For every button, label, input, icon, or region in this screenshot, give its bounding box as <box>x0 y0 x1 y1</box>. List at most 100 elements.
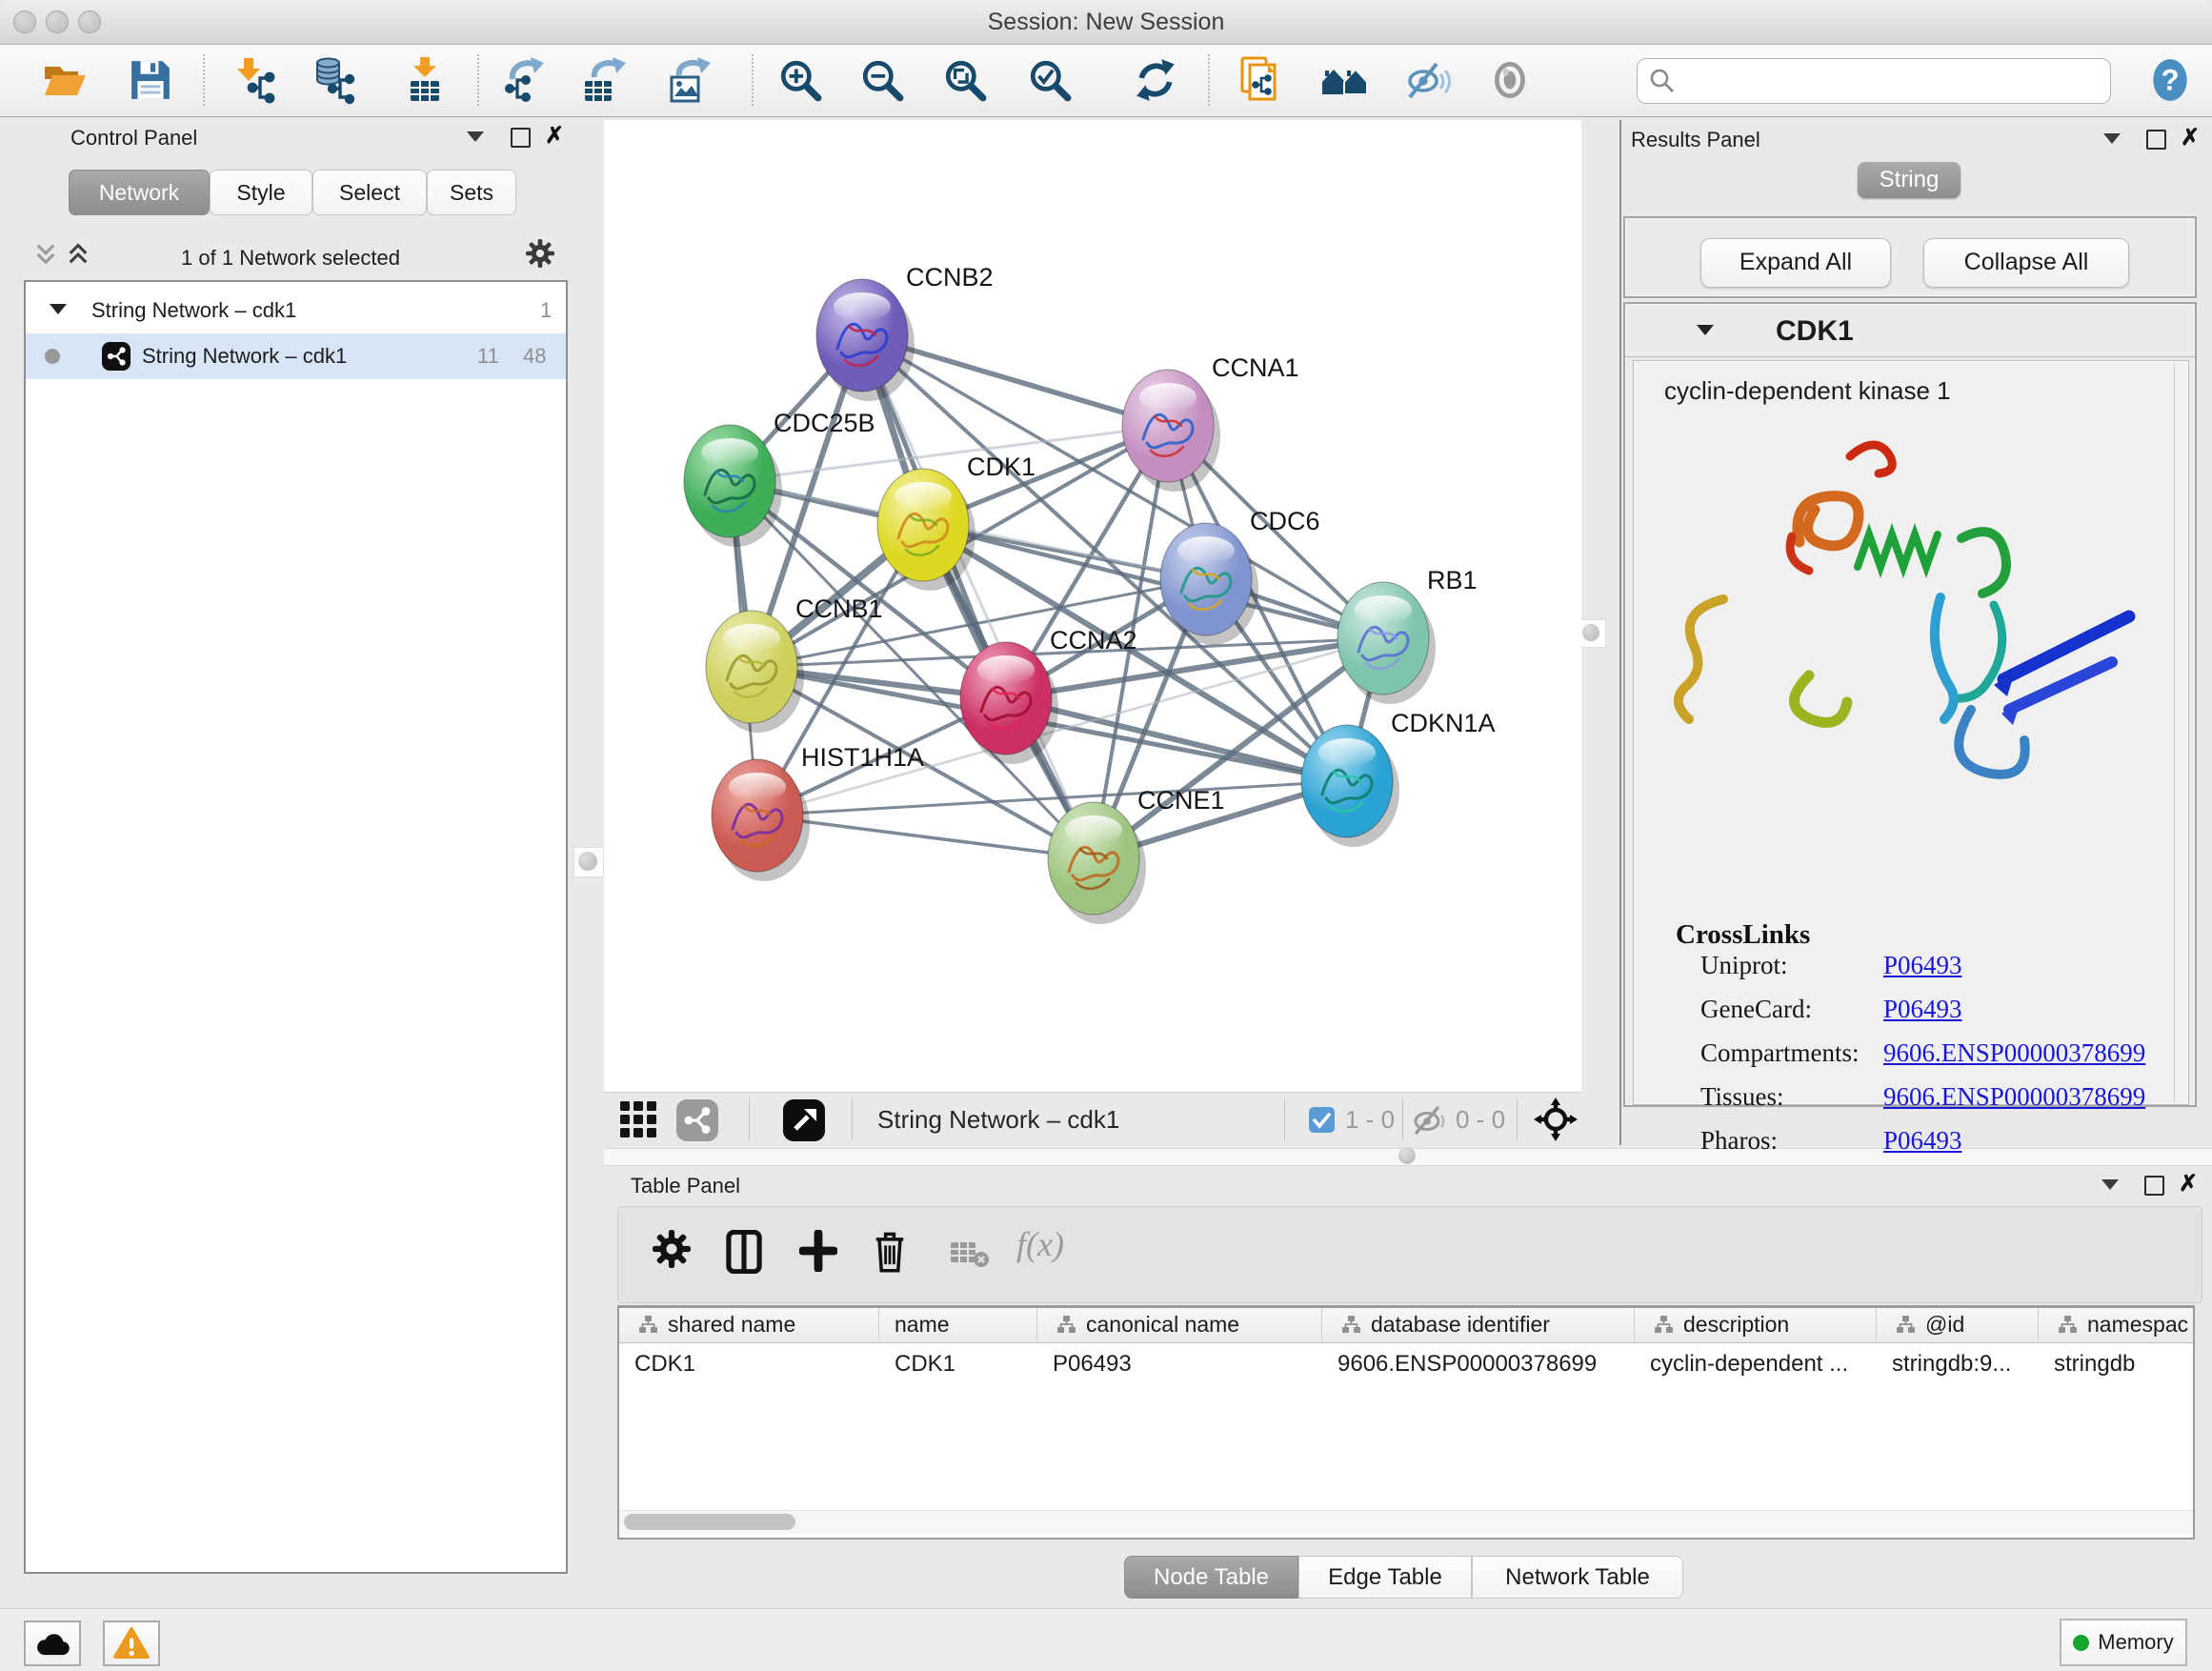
crosslink-link[interactable]: P06493 <box>1883 995 1962 1024</box>
refresh-button[interactable] <box>1129 53 1182 107</box>
network-node-CDC25B[interactable]: CDC25B <box>684 409 875 547</box>
table-cell[interactable]: CDK1 <box>619 1343 879 1387</box>
import-table-button[interactable] <box>398 53 452 107</box>
table-row[interactable]: CDK1CDK1P064939606.ENSP00000378699cyclin… <box>619 1343 2193 1387</box>
column-header-shared-name[interactable]: shared name <box>619 1308 879 1342</box>
zoom-out-icon <box>859 57 905 103</box>
show-all-button[interactable] <box>1484 53 1538 107</box>
zoom-fit-button[interactable] <box>938 53 992 107</box>
save-session-button[interactable] <box>124 53 177 107</box>
panel-float-icon[interactable] <box>2144 1176 2164 1196</box>
table-cell[interactable]: stringdb:9... <box>1877 1343 2039 1387</box>
panel-menu-icon[interactable] <box>2101 1179 2119 1190</box>
network-node-CDK1[interactable]: CDK1 <box>877 453 1036 591</box>
tab-network-table[interactable]: Network Table <box>1472 1556 1683 1599</box>
import-network-button[interactable] <box>231 53 285 107</box>
splitter-left[interactable] <box>573 847 604 877</box>
panel-float-icon[interactable] <box>2146 130 2166 150</box>
splitter-right[interactable] <box>1578 619 1606 648</box>
home-layout-button[interactable] <box>1318 53 1372 107</box>
network-edge-count: 48 <box>523 344 546 369</box>
panel-menu-icon[interactable] <box>467 131 484 142</box>
table-horizontal-scrollbar[interactable] <box>619 1510 2193 1534</box>
network-row[interactable]: String Network – cdk1 11 48 <box>26 333 566 379</box>
node-label-CDKN1A: CDKN1A <box>1391 709 1496 737</box>
birdseye-view-icon[interactable] <box>783 1099 825 1141</box>
warnings-button[interactable] <box>103 1621 160 1666</box>
crosslink-link[interactable]: P06493 <box>1883 1126 1962 1156</box>
collapse-all-button[interactable]: Collapse All <box>1923 238 2129 288</box>
crosslink-row: Tissues:9606.ENSP00000378699 <box>1634 1082 2188 1126</box>
tab-edge-table[interactable]: Edge Table <box>1298 1556 1472 1599</box>
column-header-description[interactable]: description <box>1635 1308 1877 1342</box>
tab-string[interactable]: String <box>1858 162 1961 198</box>
import-network-from-database-button[interactable] <box>311 53 364 107</box>
tab-node-table[interactable]: Node Table <box>1124 1556 1298 1599</box>
network-node-RB1[interactable]: RB1 <box>1337 566 1478 704</box>
share-view-icon[interactable] <box>676 1099 718 1141</box>
export-table-button[interactable] <box>578 53 632 107</box>
toolbar-separator <box>1208 54 1210 106</box>
column-header-database-identifier[interactable]: database identifier <box>1322 1308 1635 1342</box>
entry-header[interactable]: CDK1 <box>1625 304 2195 357</box>
node-label-CDC25B: CDC25B <box>774 409 875 437</box>
selected-checkbox-icon[interactable] <box>1309 1107 1335 1133</box>
entry-collapse-icon[interactable] <box>1697 325 1714 335</box>
table-cell[interactable]: CDK1 <box>879 1343 1037 1387</box>
network-node-CDC6[interactable]: CDC6 <box>1160 507 1320 645</box>
table-settings-gear-icon[interactable] <box>653 1230 691 1268</box>
memory-button[interactable]: Memory <box>2060 1619 2187 1666</box>
open-folder-icon <box>41 59 89 101</box>
panel-close-icon[interactable]: ✗ <box>2179 1176 2198 1192</box>
tab-select[interactable]: Select <box>312 170 427 215</box>
column-header-name[interactable]: name <box>879 1308 1037 1342</box>
hide-selected-button[interactable] <box>1401 53 1455 107</box>
show-columns-icon[interactable] <box>725 1230 763 1274</box>
zoom-in-button[interactable] <box>774 53 827 107</box>
export-image-button[interactable] <box>663 53 716 107</box>
help-button[interactable]: ? <box>2143 53 2197 107</box>
table-cell[interactable]: stringdb <box>2039 1343 2195 1387</box>
column-header--id[interactable]: @id <box>1877 1308 2039 1342</box>
gear-icon[interactable] <box>526 239 554 268</box>
network-node-CDKN1A[interactable]: CDKN1A <box>1301 709 1496 847</box>
node-table[interactable]: shared namenamecanonical namedatabase id… <box>617 1305 2195 1540</box>
column-header-namespac[interactable]: namespac <box>2039 1308 2195 1342</box>
search-input[interactable] <box>1683 61 2097 99</box>
network-node-CCNB2[interactable]: CCNB2 <box>816 263 994 401</box>
network-node-CCNE1[interactable]: CCNE1 <box>1048 786 1225 924</box>
panel-close-icon[interactable]: ✗ <box>2181 130 2200 146</box>
table-cell[interactable]: cyclin-dependent ... <box>1635 1343 1877 1387</box>
table-cell[interactable]: 9606.ENSP00000378699 <box>1322 1343 1635 1387</box>
crosslink-link[interactable]: 9606.ENSP00000378699 <box>1883 1038 2145 1068</box>
tab-sets[interactable]: Sets <box>427 170 516 215</box>
delete-column-icon[interactable] <box>872 1230 908 1274</box>
zoom-selected-button[interactable] <box>1023 53 1076 107</box>
collection-expand-icon[interactable] <box>50 304 67 314</box>
export-network-button[interactable] <box>498 53 552 107</box>
fit-crosshair-icon[interactable] <box>1534 1097 1578 1141</box>
network-node-CCNA2[interactable]: CCNA2 <box>960 626 1137 764</box>
network-canvas[interactable]: CCNB2CCNA1CDC25BCDK1CDC6RB1CCNB1CCNA2CDK… <box>604 120 1581 1092</box>
scrollbar-thumb[interactable] <box>624 1514 795 1530</box>
network-graph[interactable]: CCNB2CCNA1CDC25BCDK1CDC6RB1CCNB1CCNA2CDK… <box>604 120 1581 1092</box>
cloud-button[interactable] <box>24 1621 81 1666</box>
network-collection-row[interactable]: String Network – cdk1 1 <box>26 288 566 333</box>
share-file-button[interactable] <box>1234 53 1287 107</box>
expand-all-button[interactable]: Expand All <box>1700 238 1891 288</box>
crosslink-link[interactable]: P06493 <box>1883 951 1962 980</box>
results-scrollbar[interactable] <box>2174 363 2186 1102</box>
table-cell[interactable]: P06493 <box>1037 1343 1322 1387</box>
panel-close-icon[interactable]: ✗ <box>545 128 564 144</box>
open-session-button[interactable] <box>38 53 91 107</box>
column-header-canonical-name[interactable]: canonical name <box>1037 1308 1322 1342</box>
tab-style[interactable]: Style <box>210 170 312 215</box>
crosslink-link[interactable]: 9606.ENSP00000378699 <box>1883 1082 2145 1112</box>
panel-menu-icon[interactable] <box>2103 133 2121 144</box>
grid-view-icon[interactable] <box>619 1100 659 1140</box>
network-node-CCNA1[interactable]: CCNA1 <box>1122 353 1299 492</box>
add-column-icon[interactable] <box>799 1230 837 1272</box>
zoom-out-button[interactable] <box>855 53 909 107</box>
panel-float-icon[interactable] <box>511 128 531 148</box>
tab-network[interactable]: Network <box>69 170 210 215</box>
